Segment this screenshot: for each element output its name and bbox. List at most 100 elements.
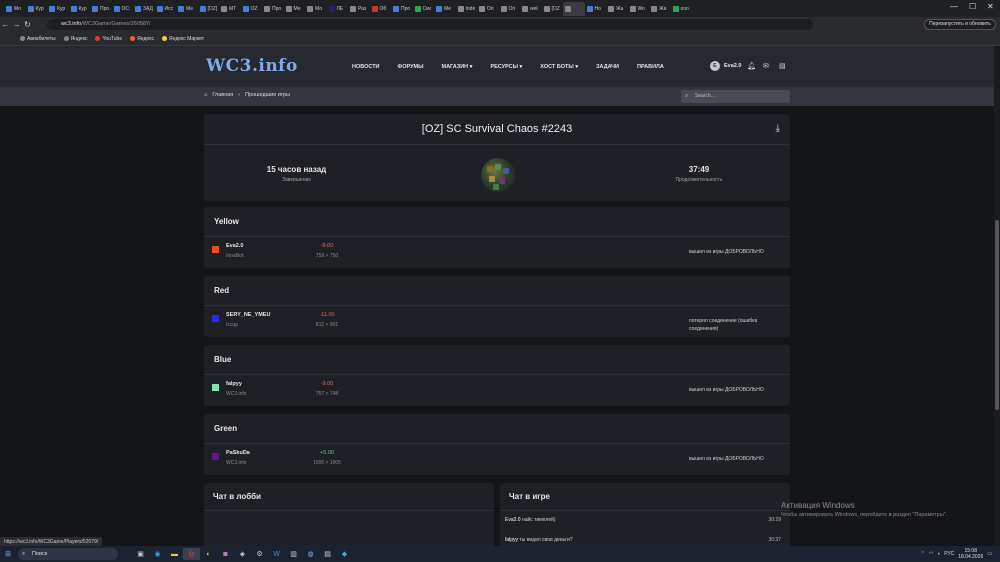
url-bar[interactable]: wc3.info/WC3Game/Games/260587/ xyxy=(47,19,813,30)
bookmark-item[interactable]: Яндекс xyxy=(63,36,87,42)
app-icon[interactable]: ◆ xyxy=(336,548,353,560)
app-icon[interactable]: ◍ xyxy=(302,548,319,560)
edge-icon[interactable]: ◉ xyxy=(149,548,166,560)
browser-tab[interactable]: Мо xyxy=(305,2,327,16)
browser-tab[interactable]: Про xyxy=(90,2,112,16)
browser-tab[interactable]: Кур xyxy=(69,2,91,16)
rating-range: 759 > 750 xyxy=(315,253,339,259)
browser-tab[interactable]: ЗАД xyxy=(133,2,155,16)
browser-tab[interactable]: wel xyxy=(520,2,542,16)
bookmark-item[interactable]: YouTube xyxy=(95,36,122,42)
mail-icon[interactable]: ✉ xyxy=(763,62,769,70)
player-name[interactable]: Eva2.0 xyxy=(226,243,243,249)
map-thumbnail xyxy=(481,158,515,192)
task-view-icon[interactable]: ▣ xyxy=(132,548,149,560)
browser-tab[interactable]: Раз xyxy=(348,2,370,16)
browser-tab[interactable]: OZ xyxy=(241,2,263,16)
browser-tab[interactable]: ооо xyxy=(671,2,693,16)
user-menu[interactable]: E Eva2.0 xyxy=(710,61,741,71)
browser-tab[interactable]: [OZ xyxy=(542,2,564,16)
breadcrumb-current[interactable]: Прошедшие игры xyxy=(245,92,290,98)
bell-icon[interactable]: 🔔︎ xyxy=(747,62,756,70)
breadcrumb-home[interactable]: Главная xyxy=(212,92,233,98)
nav-item[interactable]: ЗАДАЧИ xyxy=(596,64,619,70)
home-icon[interactable]: ⌂ xyxy=(204,92,207,98)
app-icon[interactable]: ▥ xyxy=(285,548,302,560)
update-browser-button[interactable]: Перезапустить и обновить xyxy=(924,19,996,30)
search-input[interactable]: ⌕ Search... xyxy=(681,90,790,103)
player-name[interactable]: SERY_NE_YMEU xyxy=(226,312,270,318)
reload-icon[interactable]: ↻ xyxy=(22,20,33,29)
browser-tab[interactable]: Inde xyxy=(456,2,478,16)
player-name[interactable]: falpyy xyxy=(226,381,242,387)
nav-item[interactable]: РЕСУРСЫ ▾ xyxy=(490,64,522,70)
nav-item[interactable]: ХОСТ БОТЫ ▾ xyxy=(540,64,578,70)
browser-tab[interactable] xyxy=(563,1,585,16)
download-icon[interactable]: ⤓ xyxy=(776,123,780,134)
browser-tab[interactable]: ОС: xyxy=(112,2,134,16)
nav-item[interactable]: НОВОСТИ xyxy=(352,64,380,70)
browser-tab[interactable]: Кур xyxy=(26,2,48,16)
bookmark-item[interactable]: Яндекс xyxy=(130,36,154,42)
site-logo[interactable]: WC3.info xyxy=(206,56,298,76)
maximize-icon[interactable]: ☐ xyxy=(969,2,976,11)
chrome-icon[interactable]: ◎ xyxy=(183,548,200,560)
network-icon[interactable]: ◠ xyxy=(929,551,933,557)
nav-item[interactable]: МАГАЗИН ▾ xyxy=(441,64,472,70)
player-name[interactable]: PaSkuDa xyxy=(226,450,250,456)
nav-item[interactable]: ПРАВИЛА xyxy=(637,64,664,70)
chat-author[interactable]: Eva2.0 xyxy=(505,517,521,523)
steam-icon[interactable]: ◈ xyxy=(234,548,251,560)
browser-tab[interactable]: Ori xyxy=(477,2,499,16)
browser-tab[interactable]: ЛЕ xyxy=(327,2,349,16)
browser-tab[interactable]: MT xyxy=(219,2,241,16)
browser-tab[interactable]: Про xyxy=(262,2,284,16)
team-card: Blue falpyy WC3.info -9.00 757 > 748 вышел из… xyxy=(204,345,790,406)
settings-icon[interactable]: ⚙ xyxy=(251,548,268,560)
tab-label: Ori xyxy=(487,5,494,12)
language-indicator[interactable]: РУС xyxy=(944,551,954,557)
tab-label: Кур xyxy=(35,5,44,12)
chat-author[interactable]: falpyy xyxy=(505,537,518,543)
chat-message: falpyy ты видел свои деньги? xyxy=(505,537,573,543)
word-icon[interactable]: W xyxy=(268,548,285,560)
browser-tab[interactable]: Ски xyxy=(413,2,435,16)
browser-tab[interactable]: Жа xyxy=(606,2,628,16)
discord-icon[interactable]: ◙ xyxy=(217,548,234,560)
notification-icon[interactable]: ▭ xyxy=(987,551,992,557)
browser-tab[interactable]: Кур xyxy=(47,2,69,16)
browser-tab[interactable]: Ме xyxy=(434,2,456,16)
nav-item[interactable]: ФОРУМЫ xyxy=(398,64,424,70)
app-icon[interactable]: ◐ xyxy=(200,548,217,560)
document-icon[interactable]: ▤ xyxy=(779,62,786,70)
browser-tab[interactable]: Об xyxy=(370,2,392,16)
browser-tab[interactable]: Ho xyxy=(585,2,607,16)
browser-tab[interactable]: Ме xyxy=(284,2,306,16)
browser-tab[interactable]: [OZ] xyxy=(198,2,220,16)
leave-reason: потерял соединение (ошибка соединения) xyxy=(689,318,758,332)
app-icon[interactable]: ▤ xyxy=(319,548,336,560)
browser-tab[interactable]: Ме xyxy=(176,2,198,16)
browser-tab[interactable]: Про xyxy=(391,2,413,16)
back-icon[interactable]: ← xyxy=(0,20,11,29)
forward-icon[interactable]: → xyxy=(11,20,22,29)
browser-tab[interactable]: Жа xyxy=(649,2,671,16)
windows-start-icon[interactable]: ⊞ xyxy=(0,550,16,558)
browser-tab[interactable]: Ori xyxy=(499,2,521,16)
chevron-up-icon[interactable]: ⌃ xyxy=(921,551,925,557)
bookmark-item[interactable]: Авиабилеты xyxy=(20,36,56,42)
scrollbar-thumb[interactable] xyxy=(995,220,999,410)
clock[interactable]: 15:08 18.04.2026 xyxy=(958,548,983,560)
browser-tab[interactable]: Мо xyxy=(4,2,26,16)
minimize-icon[interactable]: — xyxy=(950,2,958,11)
close-window-icon[interactable]: ✕ xyxy=(987,2,994,11)
tab-label: ОС: xyxy=(121,5,131,12)
duration-stat: 37:49 Продолжительность xyxy=(649,165,749,183)
browser-tab[interactable]: Wo xyxy=(628,2,650,16)
browser-tab[interactable]: Исс xyxy=(155,2,177,16)
bookmark-item[interactable]: Яндекс Маркет xyxy=(161,36,204,42)
taskbar-search[interactable]: ⌕ Поиск xyxy=(18,548,118,560)
volume-icon[interactable]: ◖ xyxy=(937,551,940,557)
file-explorer-icon[interactable]: ▬ xyxy=(166,548,183,560)
taskbar-search-label: Поиск xyxy=(32,551,48,557)
